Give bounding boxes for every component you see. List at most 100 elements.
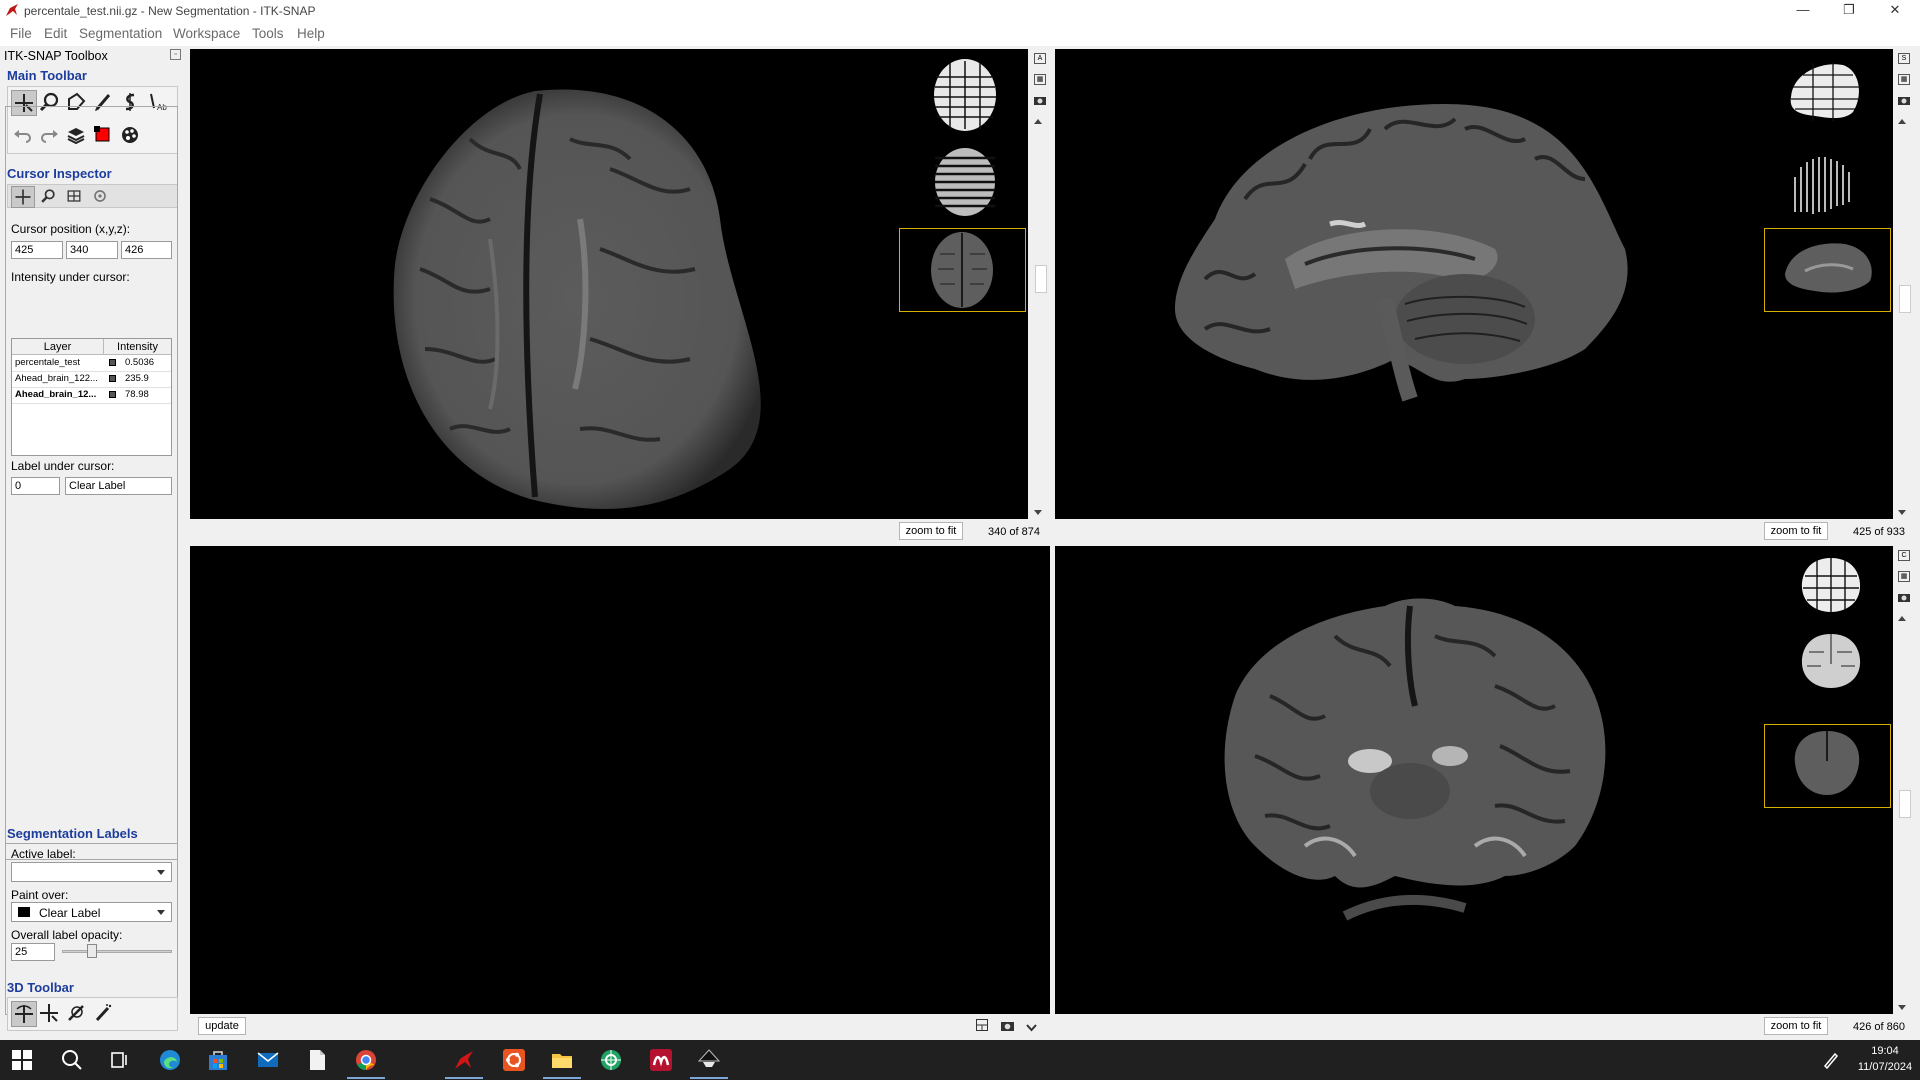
thumbnail-layer-2[interactable]	[1785, 147, 1863, 217]
intensity-label: Intensity under cursor:	[11, 270, 130, 284]
thumbnail-layer-3-selected[interactable]	[1764, 228, 1891, 312]
chevron-down-icon[interactable]	[1026, 1021, 1037, 1032]
scroll-up-icon[interactable]	[1898, 119, 1906, 124]
sagittal-slice-scroll-handle[interactable]	[1899, 285, 1911, 313]
menu-help[interactable]: Help	[297, 26, 325, 41]
itksnap-app-icon[interactable]	[452, 1048, 476, 1072]
camera-icon[interactable]	[1034, 95, 1046, 106]
table-row[interactable]: Ahead_brain_122... 235.9	[12, 371, 171, 388]
itksnap-active-indicator	[445, 1077, 483, 1079]
inspector-cursor-tab-icon[interactable]	[11, 186, 35, 208]
pen-workspace-icon[interactable]	[1822, 1051, 1840, 1069]
3d-scalpel-tool-icon[interactable]	[64, 1001, 90, 1027]
layout-icon[interactable]: ▦	[1898, 74, 1910, 85]
opacity-slider-handle[interactable]	[87, 944, 97, 958]
layer-column-header: Layer	[12, 339, 104, 355]
axial-slice-number: 340 of 874	[988, 526, 1040, 538]
camera-icon[interactable]	[1001, 1020, 1014, 1031]
palette-icon[interactable]	[118, 123, 144, 149]
menu-edit[interactable]: Edit	[44, 26, 67, 41]
search-icon[interactable]	[60, 1048, 84, 1072]
sagittal-orientation-button[interactable]: S	[1898, 53, 1910, 64]
thumbnail-layer-2[interactable]	[1797, 630, 1865, 692]
active-label-dropdown[interactable]	[11, 862, 172, 882]
render-3d-view[interactable]	[190, 546, 1050, 1014]
scroll-up-icon[interactable]	[1898, 616, 1906, 621]
sagittal-zoom-to-fit-button[interactable]: zoom to fit	[1764, 522, 1828, 540]
file-explorer-icon[interactable]	[550, 1048, 574, 1072]
scroll-down-icon[interactable]	[1898, 510, 1906, 515]
annotation-tool-icon[interactable]: Ab	[145, 90, 171, 116]
menu-segmentation[interactable]: Segmentation	[79, 26, 162, 41]
taskbar-time[interactable]: 19:04	[1860, 1045, 1910, 1057]
opacity-field[interactable]: 25	[11, 943, 55, 961]
cursor-y-field[interactable]: 340	[66, 241, 118, 259]
camera-icon[interactable]	[1898, 592, 1910, 603]
axial-view[interactable]	[190, 49, 1028, 519]
windows-start-icon[interactable]	[12, 1050, 32, 1070]
coronal-orientation-button[interactable]: C	[1898, 550, 1910, 561]
edge-browser-icon[interactable]	[158, 1048, 182, 1072]
green-app-icon[interactable]	[599, 1048, 623, 1072]
inspector-zoom-tab-icon[interactable]	[37, 186, 63, 212]
scroll-down-icon[interactable]	[1898, 1005, 1906, 1010]
store-icon[interactable]	[206, 1048, 230, 1072]
cursor-z-field[interactable]: 426	[121, 241, 172, 259]
minimize-button[interactable]: —	[1780, 0, 1826, 22]
mail-icon[interactable]	[256, 1048, 280, 1072]
task-view-icon[interactable]	[108, 1048, 132, 1072]
3d-crosshair-tool-icon[interactable]	[37, 1001, 63, 1027]
menu-tools[interactable]: Tools	[252, 26, 284, 41]
coronal-slice-scroll-handle[interactable]	[1899, 790, 1911, 818]
redo-icon[interactable]	[37, 123, 63, 149]
cursor-x-field[interactable]: 425	[11, 241, 63, 259]
chrome-browser-icon[interactable]	[354, 1048, 378, 1072]
taskbar-date[interactable]: 11/07/2024	[1854, 1061, 1916, 1073]
thumbnail-layer-1[interactable]	[930, 57, 1000, 135]
thumbnail-layer-2[interactable]	[932, 146, 998, 218]
sagittal-view[interactable]	[1055, 49, 1893, 519]
menu-file[interactable]: File	[10, 26, 32, 41]
scroll-up-icon[interactable]	[1034, 119, 1042, 124]
coronal-view[interactable]	[1055, 546, 1893, 1014]
camera-icon[interactable]	[1898, 95, 1910, 106]
3d-rotate-tool-icon[interactable]	[11, 1001, 37, 1027]
thumbnail-layer-1[interactable]	[1783, 57, 1865, 127]
scroll-down-icon[interactable]	[1034, 510, 1042, 515]
label-color-icon[interactable]	[91, 123, 117, 149]
snake-tool-icon[interactable]	[118, 90, 144, 116]
crosshair-tool-icon[interactable]	[11, 90, 37, 116]
thumbnail-layer-1[interactable]	[1797, 554, 1865, 616]
ubuntu-icon[interactable]	[502, 1048, 526, 1072]
zoom-tool-icon[interactable]	[37, 90, 63, 116]
table-row[interactable]: percentale_test 0.5036	[12, 355, 171, 372]
toolbox-undock-icon[interactable]: ▫	[170, 49, 181, 60]
3d-spraypaint-tool-icon[interactable]	[91, 1001, 117, 1027]
mendeley-icon[interactable]	[649, 1048, 673, 1072]
axial-zoom-to-fit-button[interactable]: zoom to fit	[899, 522, 963, 540]
layout-icon[interactable]	[976, 1019, 988, 1031]
paint-over-dropdown[interactable]: Clear Label	[11, 902, 172, 922]
polygon-tool-icon[interactable]	[64, 90, 90, 116]
maximize-button[interactable]: ❐	[1826, 0, 1872, 22]
coronal-zoom-to-fit-button[interactable]: zoom to fit	[1764, 1017, 1828, 1035]
axial-slice-scroll-handle[interactable]	[1035, 265, 1047, 293]
opacity-slider-track[interactable]	[62, 950, 172, 953]
menu-workspace[interactable]: Workspace	[173, 26, 240, 41]
thumbnail-layer-3-selected[interactable]	[1764, 724, 1891, 808]
close-button[interactable]: ✕	[1872, 0, 1918, 22]
inspector-sync-tab-icon[interactable]	[89, 186, 115, 212]
inspector-layout-tab-icon[interactable]	[63, 186, 89, 212]
undo-icon[interactable]	[11, 123, 37, 149]
file-icon[interactable]	[305, 1048, 329, 1072]
update-button[interactable]: update	[198, 1017, 246, 1035]
paint-over-value: Clear Label	[39, 906, 101, 920]
layout-icon[interactable]: ▦	[1034, 74, 1046, 85]
inkscape-icon[interactable]	[697, 1048, 721, 1072]
axial-orientation-button[interactable]: A	[1034, 53, 1046, 64]
thumbnail-layer-3-selected[interactable]	[899, 228, 1026, 312]
paintbrush-tool-icon[interactable]	[91, 90, 117, 116]
table-row[interactable]: Ahead_brain_12... 78.98	[12, 387, 171, 404]
layout-icon[interactable]: ▦	[1898, 571, 1910, 582]
layers-icon[interactable]	[64, 123, 90, 149]
